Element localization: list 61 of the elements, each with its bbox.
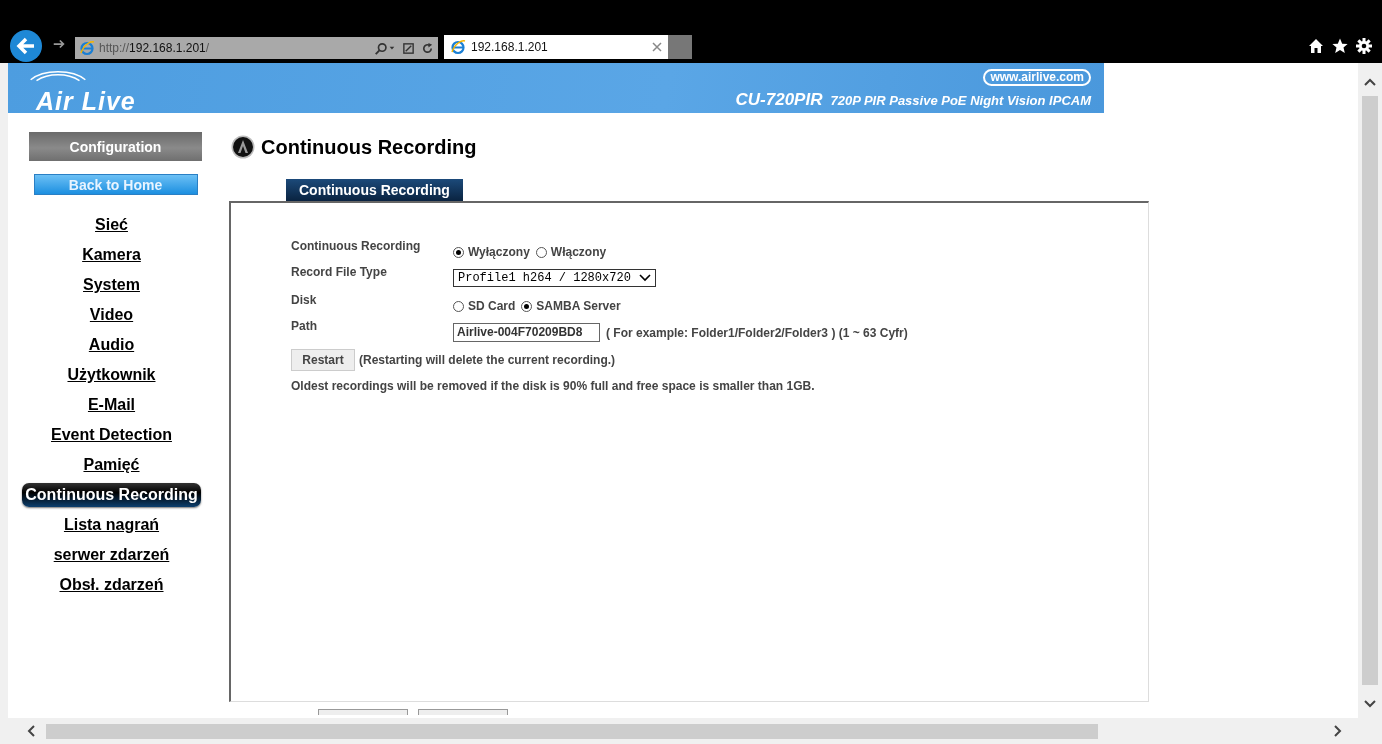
sidebar-link[interactable]: Continuous Recording bbox=[22, 483, 201, 507]
browser-tab[interactable]: 192.168.1.201 bbox=[444, 35, 668, 59]
forward-icon[interactable] bbox=[52, 37, 66, 51]
radio-button[interactable] bbox=[453, 300, 464, 312]
radio-button[interactable] bbox=[453, 246, 464, 258]
field-label: Record File Type bbox=[291, 265, 388, 281]
tab[interactable]: Continuous Recording bbox=[286, 179, 463, 201]
page-title: Continuous Recording bbox=[261, 135, 477, 159]
back-icon[interactable] bbox=[10, 30, 42, 62]
sidebar-link[interactable]: Video bbox=[89, 303, 134, 333]
model-name: CU-720PIR bbox=[735, 90, 823, 110]
sidebar-link[interactable]: Lista nagrań bbox=[63, 513, 160, 543]
configuration-button[interactable]: Configuration bbox=[29, 132, 202, 161]
sidebar-link[interactable]: Event Detection bbox=[51, 423, 172, 453]
sidebar-link[interactable]: Pamięć bbox=[83, 453, 140, 483]
field-label: Path bbox=[291, 319, 318, 335]
search-icon[interactable] bbox=[374, 41, 396, 55]
address-url: http://192.168.1.201/ bbox=[99, 41, 211, 55]
dropdown[interactable]: Profile1 h264 / 1280x720 bbox=[453, 269, 656, 287]
scrollbar-thumb[interactable] bbox=[1362, 96, 1378, 685]
scrollbar-thumb[interactable] bbox=[46, 723, 1098, 739]
sidebar-link[interactable]: Kamera bbox=[82, 243, 141, 273]
settings-icon[interactable] bbox=[1356, 38, 1372, 54]
chevron-right-icon[interactable] bbox=[1334, 725, 1342, 737]
disk-note: Oldest recordings will be removed if the disk is 90% full and free space is smaller than 1GB. bbox=[291, 379, 816, 393]
radio-label: Włączony bbox=[550, 245, 607, 259]
restart-button[interactable]: Restart bbox=[291, 349, 355, 371]
browser-logo-icon bbox=[450, 39, 466, 55]
logo-text: Air Live bbox=[36, 86, 136, 113]
radio-label: SAMBA Server bbox=[536, 299, 621, 313]
radio-label: SD Card bbox=[468, 299, 516, 313]
refresh-icon[interactable] bbox=[421, 41, 434, 55]
compatibility-icon[interactable] bbox=[402, 41, 415, 55]
model-description: 720P PIR Passive PoE Night Vision IPCAM bbox=[830, 93, 1091, 108]
sidebar-link[interactable]: System bbox=[83, 273, 140, 303]
restart-note: (Restarting will delete the current recording.) bbox=[359, 353, 616, 367]
path-input[interactable]: Airlive-004F70209BD8 bbox=[453, 323, 600, 342]
sidebar-link[interactable]: E-Mail bbox=[87, 393, 136, 423]
sidebar-link[interactable]: serwer zdarzeń bbox=[53, 543, 170, 573]
chevron-up-icon[interactable] bbox=[1364, 78, 1376, 86]
field-label: Continuous Recording bbox=[291, 239, 422, 255]
camera-badge-icon bbox=[231, 135, 255, 159]
browser-logo-icon bbox=[79, 40, 95, 56]
radio-label: Wyłączony bbox=[468, 245, 530, 259]
field-label: Disk bbox=[291, 293, 318, 309]
star-icon[interactable] bbox=[1332, 38, 1348, 54]
address-bar[interactable]: http://192.168.1.201/ bbox=[75, 37, 438, 59]
field-hint: ( For example: Folder1/Folder2/Folder3 ) (1 ~ 63 Cyfr) bbox=[606, 325, 908, 340]
chevron-down-icon[interactable] bbox=[1364, 700, 1376, 708]
sidebar-link[interactable]: Obsł. zdarzeń bbox=[59, 573, 164, 603]
signal-arcs-icon bbox=[28, 68, 88, 82]
home-icon[interactable] bbox=[1308, 38, 1324, 54]
sidebar-link[interactable]: Audio bbox=[88, 333, 135, 363]
chevron-down-icon bbox=[639, 274, 651, 282]
tab-title: 192.168.1.201 bbox=[471, 40, 549, 54]
sidebar-link[interactable]: Użytkownik bbox=[67, 363, 156, 393]
close-icon[interactable] bbox=[652, 42, 662, 52]
chevron-left-icon[interactable] bbox=[27, 725, 35, 737]
radio-button[interactable] bbox=[521, 300, 533, 312]
sidebar-link[interactable]: Sieć bbox=[95, 213, 128, 243]
radio-button[interactable] bbox=[535, 246, 547, 258]
